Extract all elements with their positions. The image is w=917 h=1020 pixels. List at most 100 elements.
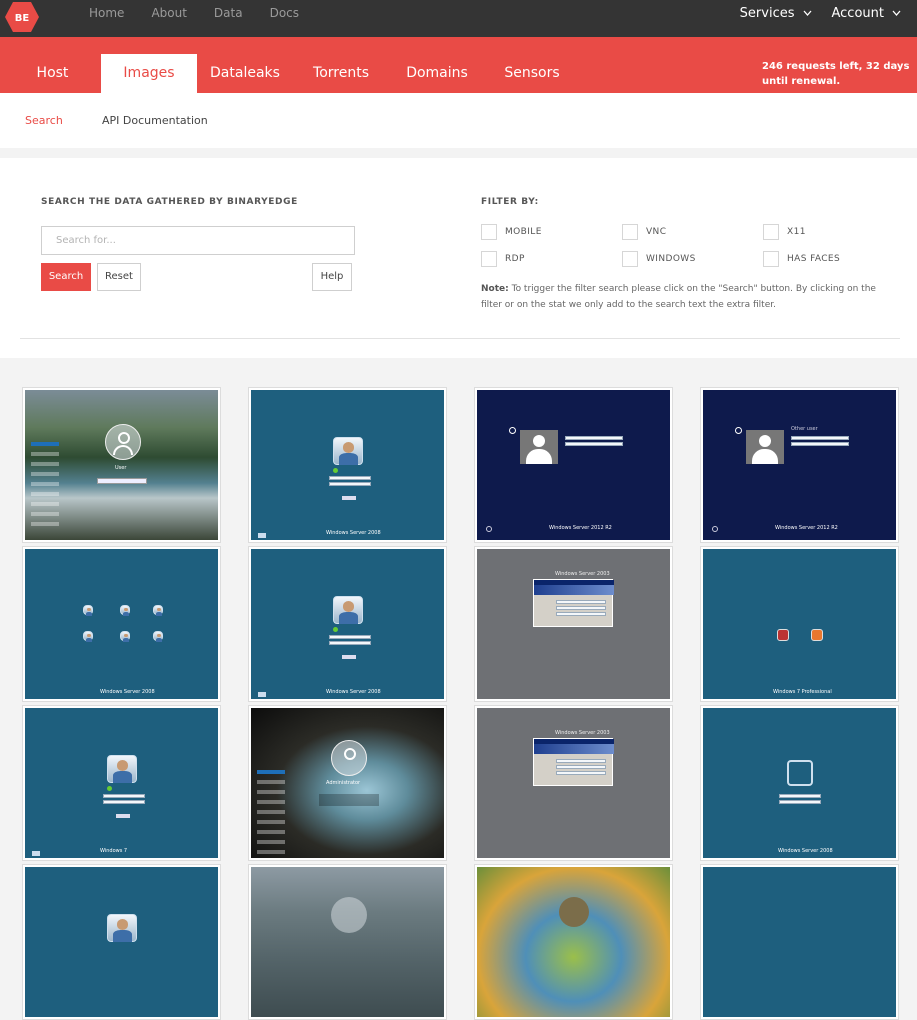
screenshot-thumbnail[interactable]: Windows Server 2012 R2 — [474, 387, 673, 543]
reset-button[interactable]: Reset — [97, 263, 141, 291]
search-panel-title: SEARCH THE DATA GATHERED BY BINARYEDGE — [41, 197, 298, 207]
filter-checkbox[interactable] — [622, 251, 638, 267]
filter-checkbox[interactable] — [763, 224, 779, 240]
services-dropdown[interactable]: Services — [740, 6, 812, 21]
user-name-label: Other user — [791, 426, 818, 432]
screenshot-thumbnail[interactable]: Windows Server 2008 — [700, 705, 899, 861]
back-arrow-icon — [735, 427, 742, 434]
search-input[interactable] — [41, 226, 355, 255]
login-field — [791, 436, 849, 440]
filter-label: RDP — [505, 254, 525, 264]
subnav-api-docs-link[interactable]: API Documentation — [102, 114, 208, 127]
user-list-item — [31, 522, 59, 526]
subnav-search-link[interactable]: Search — [25, 114, 63, 127]
user-avatar-icon — [153, 631, 163, 642]
nav-home-link[interactable]: Home — [89, 6, 124, 20]
accessibility-icon — [258, 692, 266, 697]
shoulders-shape — [339, 612, 358, 624]
thumbnail-image: Windows Server 2003 — [477, 549, 670, 699]
filter-checkbox[interactable] — [763, 251, 779, 267]
screenshot-thumbnail[interactable]: Other user Windows Server 2012 R2 — [700, 387, 899, 543]
user-list-item — [257, 800, 285, 804]
login-field — [779, 800, 821, 804]
tab-host[interactable]: Host — [20, 54, 85, 93]
search-panel: SEARCH THE DATA GATHERED BY BINARYEDGE S… — [0, 158, 917, 358]
user-avatar-icon — [83, 631, 93, 642]
nav-docs-link[interactable]: Docs — [270, 6, 299, 20]
filter-vnc[interactable]: VNC — [622, 224, 666, 240]
thumbnail-image: Windows 7 Professional — [703, 549, 896, 699]
thumbnail-caption: User — [115, 465, 127, 471]
login-field — [556, 600, 606, 604]
filter-rdp[interactable]: RDP — [481, 251, 525, 267]
tab-torrents[interactable]: Torrents — [303, 54, 379, 93]
tab-sensors[interactable]: Sensors — [495, 54, 569, 93]
user-list-item — [257, 780, 285, 784]
help-button[interactable]: Help — [312, 263, 352, 291]
login-field — [103, 800, 145, 804]
thumbnail-caption: Windows 7 Professional — [773, 689, 832, 695]
chevron-down-icon — [892, 10, 901, 16]
account-dropdown[interactable]: Account — [832, 6, 902, 21]
user-list-item — [257, 770, 285, 774]
screenshot-thumbnail[interactable]: Windows Server 2008 — [248, 387, 447, 543]
user-avatar-icon — [520, 430, 558, 464]
thumbnail-image: Windows Server 2012 R2 — [477, 390, 670, 540]
filter-checkbox[interactable] — [622, 224, 638, 240]
filter-x11[interactable]: X11 — [763, 224, 806, 240]
screenshot-thumbnail[interactable]: Windows 7 — [22, 705, 221, 861]
thumbnail-image: Windows Server 2003 — [477, 708, 670, 858]
screenshot-thumbnail[interactable] — [22, 864, 221, 1020]
screenshot-thumbnail[interactable] — [700, 864, 899, 1020]
filter-checkbox[interactable] — [481, 251, 497, 267]
screenshot-thumbnail[interactable]: Windows Server 2003 — [474, 705, 673, 861]
face-shape — [124, 607, 128, 612]
thumbnail-caption: Windows Server 2008 — [100, 689, 155, 695]
tab-images[interactable]: Images — [101, 54, 197, 93]
user-list-item — [257, 830, 285, 834]
screenshot-thumbnail[interactable]: Windows Server 2008 — [22, 546, 221, 702]
login-field — [556, 771, 606, 775]
login-button — [342, 496, 356, 500]
user-avatar-icon — [559, 897, 589, 927]
search-button[interactable]: Search — [41, 263, 91, 291]
screenshot-thumbnail[interactable] — [474, 864, 673, 1020]
user-avatar-icon — [811, 629, 823, 641]
login-field — [329, 635, 371, 639]
screenshot-thumbnail[interactable]: Administrator — [248, 705, 447, 861]
login-field — [565, 442, 623, 446]
ease-of-access-icon — [712, 526, 718, 532]
filter-windows[interactable]: WINDOWS — [622, 251, 696, 267]
binaryedge-logo[interactable]: BE — [4, 1, 40, 33]
tab-dataleaks[interactable]: Dataleaks — [203, 54, 287, 93]
filter-mobile[interactable]: MOBILE — [481, 224, 542, 240]
screenshot-thumbnail[interactable]: User — [22, 387, 221, 543]
screenshot-thumbnail[interactable]: Windows Server 2008 — [248, 546, 447, 702]
thumbnail-caption: Windows Server 2003 — [555, 730, 610, 736]
quota-requests-text: requests left, — [782, 61, 866, 72]
accessibility-icon — [32, 851, 40, 856]
filter-has-faces[interactable]: HAS FACES — [763, 251, 840, 267]
sub-navigation: Search API Documentation — [0, 93, 917, 148]
filter-label: MOBILE — [505, 227, 542, 237]
filter-note-text: To trigger the filter search please clic… — [481, 284, 876, 310]
user-avatar-icon — [777, 629, 789, 641]
tab-domains[interactable]: Domains — [397, 54, 477, 93]
screenshot-thumbnail[interactable]: Windows 7 Professional — [700, 546, 899, 702]
face-shape — [343, 442, 355, 453]
nav-about-link[interactable]: About — [151, 6, 186, 20]
filter-note-label: Note: — [481, 284, 509, 294]
nav-data-link[interactable]: Data — [214, 6, 243, 20]
thumbnail-caption: Windows Server 2012 R2 — [549, 525, 612, 531]
thumbnail-image: Administrator — [251, 708, 444, 858]
thumbnail-image: User — [25, 390, 218, 540]
screenshot-thumbnail[interactable]: Windows Server 2003 — [474, 546, 673, 702]
user-avatar-icon — [120, 605, 130, 616]
face-shape — [157, 633, 161, 638]
filter-checkbox[interactable] — [481, 224, 497, 240]
user-list-item — [31, 452, 59, 456]
chevron-down-icon — [803, 10, 811, 16]
user-list-item — [31, 462, 59, 466]
screenshot-thumbnail[interactable] — [248, 864, 447, 1020]
user-avatar-icon — [107, 914, 137, 942]
